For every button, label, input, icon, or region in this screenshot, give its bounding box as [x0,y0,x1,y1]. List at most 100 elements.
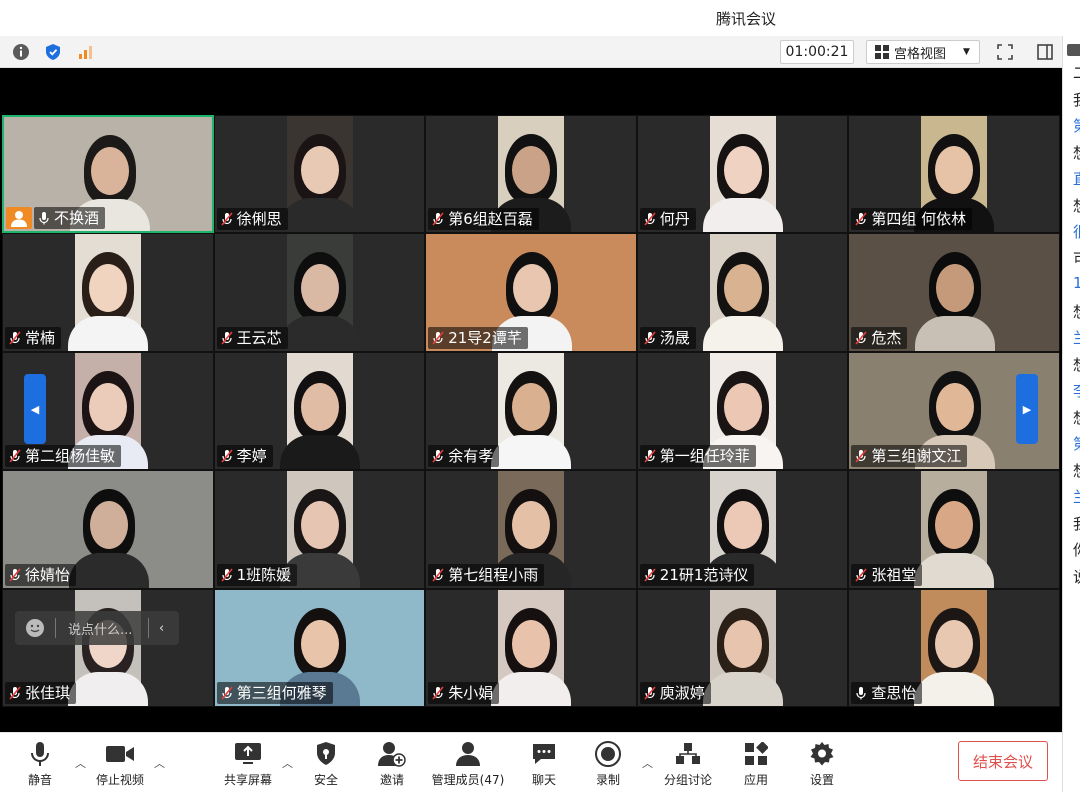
security-button[interactable]: 安全 [290,739,362,788]
chat-side-panel[interactable]: 二我第想直想很可1想兰想李想第想兰我你说 [1062,36,1080,792]
participant-name: 第三组何雅琴 [236,683,327,702]
floating-chat-box[interactable]: 说点什么... ‹ [15,611,179,645]
invite-button[interactable]: 邀请 [356,739,428,788]
participant-nameplate: 21导2谭芊 [428,326,528,349]
record-icon [593,739,623,769]
fullscreen-icon[interactable] [994,41,1016,63]
participant-name: 21导2谭芊 [448,328,522,347]
chat-panel-icon[interactable] [1067,44,1080,56]
participant-video-tile[interactable]: 张佳琪 [2,588,214,707]
chat-button[interactable]: 聊天 [508,739,580,788]
participant-video-tile[interactable]: 第三组何雅琴 [213,588,426,707]
participant-video-tile[interactable]: 危杰 [848,233,1060,352]
shield-icon[interactable] [42,41,64,63]
participant-nameplate: 常楠 [5,326,62,349]
participant-name: 汤晟 [659,328,690,347]
participant-video-tile[interactable]: 李婷 [213,351,426,471]
record-button[interactable]: 录制 [572,739,644,788]
chat-message-fragment: 你 [1073,539,1080,560]
stop-video-button[interactable]: 停止视频 [84,739,156,788]
participant-name: 常楠 [25,328,56,347]
view-mode-dropdown[interactable]: 宫格视图 ▼ [866,40,980,64]
camera-feed [279,352,360,470]
participant-name: 庾淑婷 [659,683,705,702]
participant-video-tile[interactable]: 张祖堂 [848,470,1060,589]
collapse-icon[interactable]: ‹ [149,621,164,636]
participant-video-tile[interactable]: 21导2谭芊 [425,233,637,352]
participant-name: 第二组杨佳敏 [25,447,116,466]
add-user-icon [377,739,407,769]
chevron-left-icon: ◀ [30,402,40,416]
security-label: 安全 [313,773,338,787]
settings-button[interactable]: 设置 [786,739,858,788]
participant-nameplate: 徐婧怡 [5,563,77,586]
participant-video-tile[interactable]: 余有孝 [425,351,637,471]
participant-nameplate: 余有孝 [428,445,500,468]
camera-feed [914,471,995,588]
participant-video-tile[interactable]: 王云芯 [213,233,426,352]
participant-nameplate: 第四组 何依林 [851,208,973,231]
camera-feed [491,352,572,470]
participant-video-tile[interactable]: 何丹 [636,115,849,234]
side-panel-toggle-icon[interactable] [1034,41,1056,63]
participant-nameplate: 第二组杨佳敏 [5,445,122,468]
chat-input-placeholder[interactable]: 说点什么... [56,619,148,638]
participant-video-tile[interactable]: 常楠 [2,233,214,352]
camera-feed [702,234,783,351]
apps-icon [741,739,771,769]
participant-nameplate: 不换酒 [34,207,106,230]
participant-nameplate: 第七组程小雨 [428,563,545,586]
emoji-icon[interactable] [15,618,55,638]
microphone-icon [25,739,55,769]
participant-video-tile[interactable]: 庾淑婷 [636,588,849,707]
participant-video-tile[interactable]: 第一组任玲菲 [636,351,849,471]
next-page-button[interactable]: ▶ [1016,374,1038,444]
previous-page-button[interactable]: ◀ [24,374,46,444]
participant-video-tile[interactable]: 查思怡 [848,588,1060,707]
mute-button[interactable]: 静音 [4,739,76,788]
participant-name: 查思怡 [871,683,917,702]
grid-icon [875,45,889,59]
camera-feed [279,116,360,233]
participant-video-tile[interactable]: 朱小娟 [425,588,637,707]
share-screen-button[interactable]: 共享屏幕 [212,739,284,788]
participant-video-tile[interactable]: 第七组程小雨 [425,470,637,589]
participant-nameplate: 21研1范诗仪 [639,563,755,586]
manage-members-button[interactable]: 管理成员(47) [426,739,510,788]
participant-video-tile[interactable]: 徐俐思 [213,115,426,234]
camera-feed [702,589,783,706]
participant-nameplate: 张佳琪 [5,681,77,704]
chat-message-fragment: 想 [1073,407,1080,428]
participant-nameplate: 汤晟 [639,326,696,349]
apps-button[interactable]: 应用 [720,739,792,788]
participant-nameplate: 李婷 [216,445,273,468]
participant-name: 危杰 [871,328,902,347]
participant-name: 1班陈媛 [236,565,292,584]
participant-nameplate: 王云芯 [216,326,288,349]
participant-video-tile[interactable]: 徐婧怡 [2,470,214,589]
participant-video-tile[interactable]: 第四组 何依林 [848,115,1060,234]
stop-video-label: 停止视频 [95,773,144,787]
participant-video-tile[interactable]: 21研1范诗仪 [636,470,849,589]
breakout-rooms-button[interactable]: 分组讨论 [652,739,724,788]
chat-message-fragment: 1 [1073,274,1080,292]
participant-name: 第一组任玲菲 [659,447,750,466]
participant-video-tile[interactable]: 汤晟 [636,233,849,352]
video-options-caret[interactable]: ︿ [154,755,165,771]
members-icon [453,739,483,769]
signal-icon[interactable] [74,41,96,63]
end-meeting-button[interactable]: 结束会议 [958,741,1048,781]
info-icon[interactable] [10,41,32,63]
top-toolbar: 01:00:21 宫格视图 ▼ [0,36,1062,68]
participant-video-tile[interactable]: 1班陈媛 [213,470,426,589]
participant-video-tile[interactable]: 第6组赵百磊 [425,115,637,234]
chat-message-fragment: 第 [1073,433,1080,454]
camera-feed [68,589,148,706]
participant-video-tile[interactable]: 不换酒 [2,115,214,234]
participant-name: 21研1范诗仪 [659,565,749,584]
chat-bubble-icon [529,739,559,769]
view-mode-label: 宫格视图 [894,46,947,62]
camera-feed [68,234,148,351]
chat-message-fragment: 想 [1073,460,1080,481]
camera-feed [914,589,995,706]
